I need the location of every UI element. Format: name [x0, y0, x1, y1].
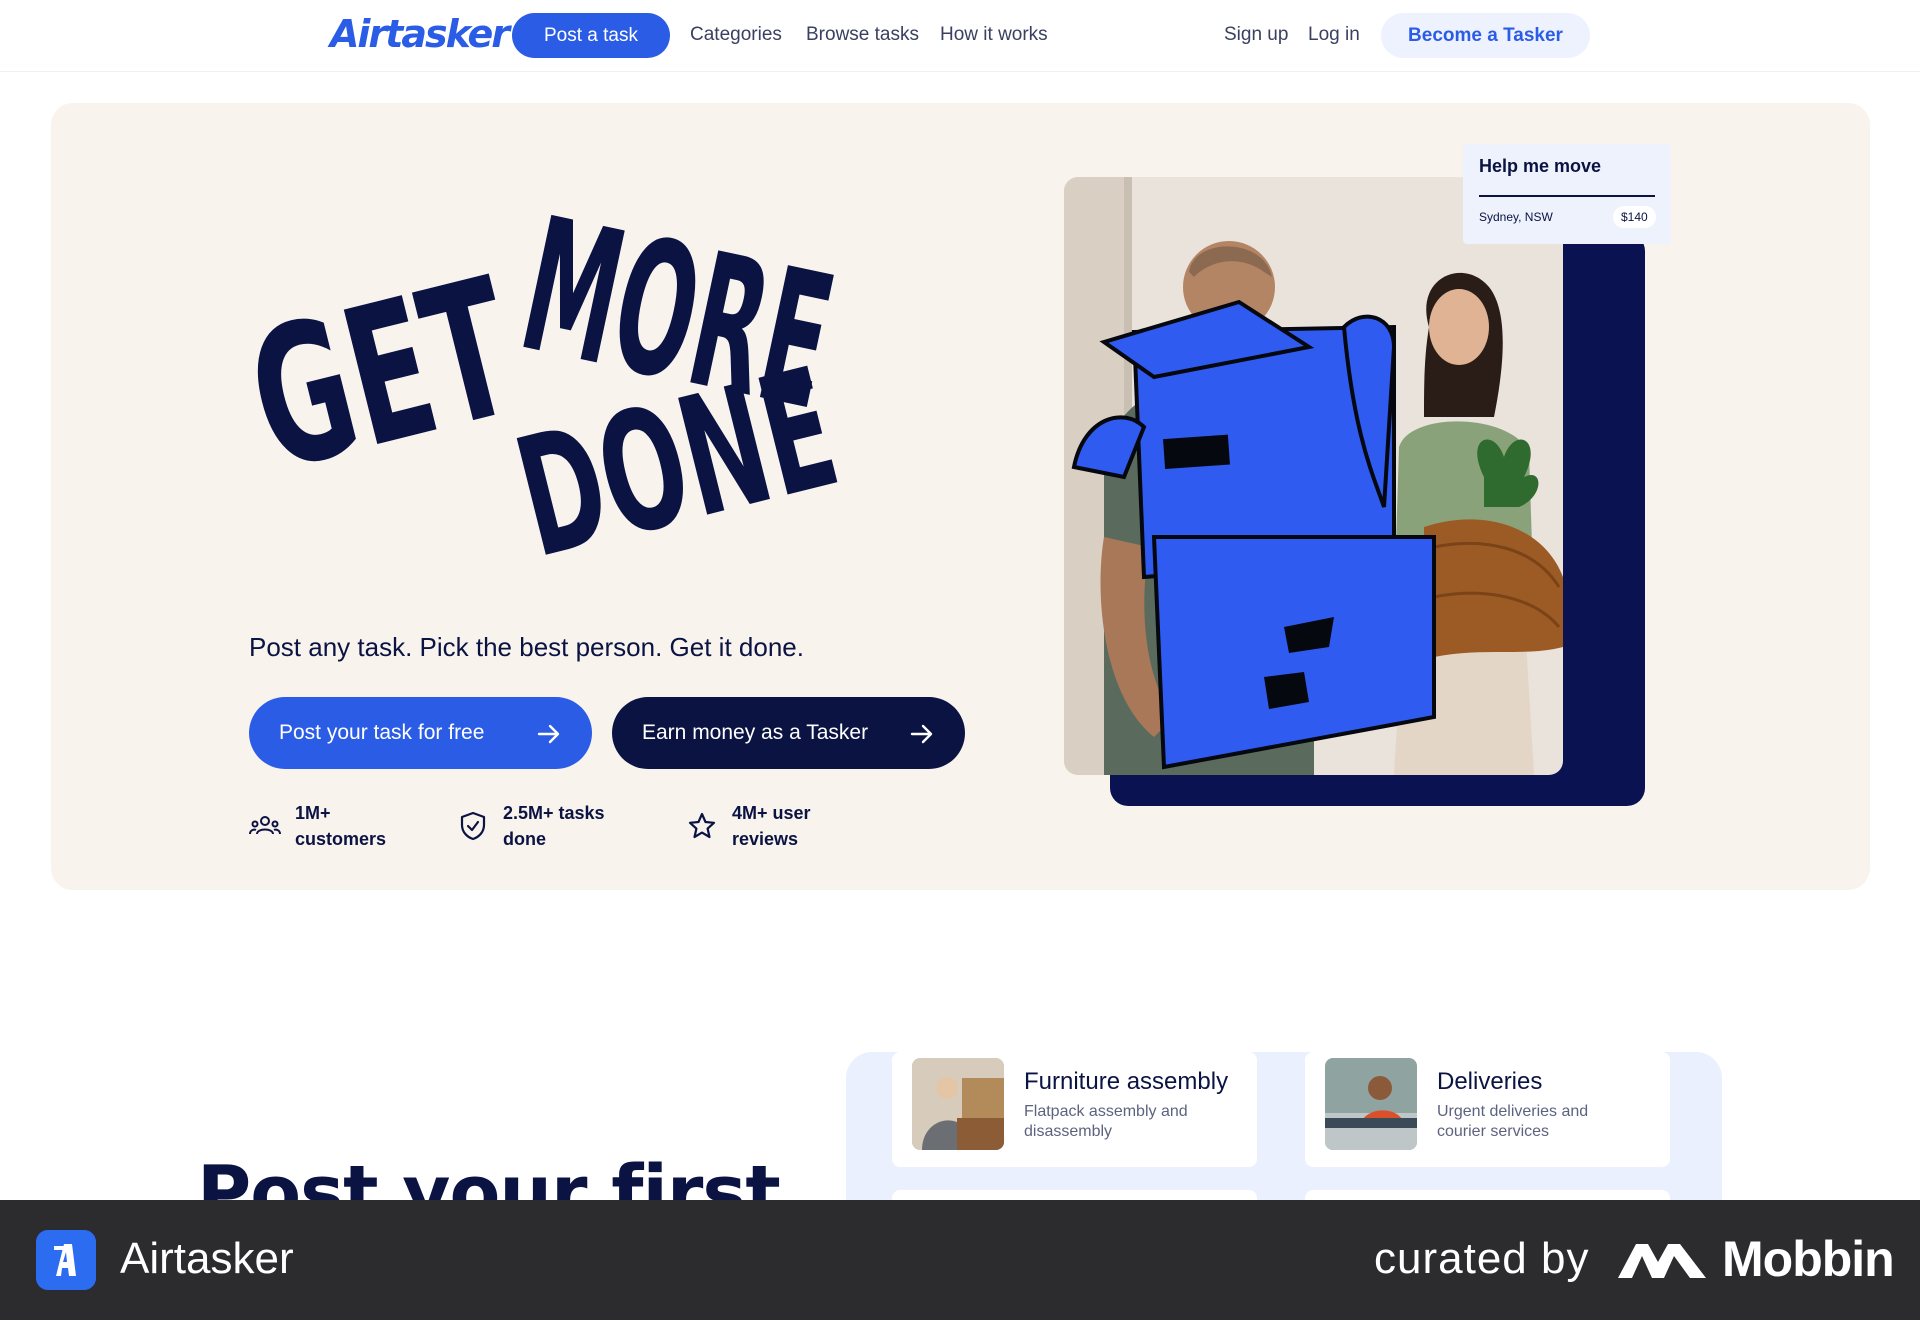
hero-photo [1064, 177, 1563, 775]
post-your-task-button[interactable]: Post your task for free [249, 697, 592, 769]
airtasker-app-icon [36, 1230, 96, 1290]
stat-value: 2.5M+ tasks [503, 803, 605, 823]
hero-subtitle: Post any task. Pick the best person. Get… [249, 632, 804, 662]
category-card-furniture[interactable]: Furniture assembly Flatpack assembly and… [892, 1052, 1257, 1167]
stat-tasks-done: 2.5M+ tasks done [457, 800, 637, 852]
stat-label: customers [295, 829, 387, 849]
page: Airtasker Post a task Categories Browse … [0, 0, 1920, 1320]
headline-word-get: GET [245, 237, 534, 514]
task-card-location: Sydney, NSW [1479, 210, 1553, 224]
shield-check-icon [460, 811, 486, 841]
stat-value: 4M+ user [732, 803, 811, 823]
mobbin-brand-text: Mobbin [1722, 1231, 1895, 1287]
curated-by-text: curated by [1374, 1234, 1590, 1283]
stat-value: 1M+ [295, 803, 331, 823]
task-card-title: Help me move [1479, 156, 1602, 176]
stat-label: reviews [732, 829, 799, 849]
mobbin-footer-bar: Airtasker curated by Mobbin [0, 1200, 1920, 1320]
category-description: Urgent deliveries and courier services [1437, 1103, 1589, 1140]
people-icon [249, 816, 281, 835]
airtasker-logo[interactable]: Airtasker [330, 12, 510, 56]
task-card-price: $140 [1613, 206, 1656, 228]
nav-browse-tasks[interactable]: Browse tasks [806, 24, 919, 46]
become-a-tasker-button[interactable]: Become a Tasker [1381, 13, 1590, 58]
log-in-link[interactable]: Log in [1308, 24, 1360, 46]
furniture-assembly-thumbnail [912, 1058, 1004, 1150]
post-a-task-button[interactable]: Post a task [512, 13, 670, 58]
stat-customers: 1M+ customers [249, 800, 409, 852]
stat-customers-text: 1M+ customers [295, 800, 386, 852]
task-card-divider [1479, 195, 1655, 197]
category-title: Deliveries [1437, 1068, 1543, 1095]
category-card-deliveries[interactable]: Deliveries Urgent deliveries and courier… [1305, 1052, 1670, 1167]
top-navigation: Airtasker Post a task Categories Browse … [0, 0, 1920, 72]
deliveries-thumbnail [1325, 1058, 1417, 1150]
arrow-right-icon [537, 724, 560, 744]
sign-up-link[interactable]: Sign up [1224, 24, 1288, 46]
stat-reviews: 4M+ user reviews [686, 800, 846, 852]
footer-app-name: Airtasker [120, 1234, 294, 1283]
earn-money-button[interactable]: Earn money as a Tasker [612, 697, 965, 769]
category-description: Flatpack assembly and disassembly [1024, 1103, 1188, 1140]
nav-categories[interactable]: Categories [690, 24, 782, 46]
category-title: Furniture assembly [1024, 1068, 1229, 1095]
hero-headline: GET MORE DONE [245, 178, 854, 575]
earn-money-label: Earn money as a Tasker [642, 721, 869, 744]
stat-label: done [503, 829, 546, 849]
arrow-right-icon [910, 724, 933, 744]
mobbin-logo-icon [1618, 1244, 1706, 1278]
star-icon [688, 812, 716, 839]
stat-tasks-text: 2.5M+ tasks done [503, 800, 605, 852]
stat-reviews-text: 4M+ user reviews [732, 800, 811, 852]
nav-how-it-works[interactable]: How it works [940, 24, 1048, 46]
post-your-task-label: Post your task for free [279, 721, 485, 744]
task-preview-card: Help me move Sydney, NSW $140 [1463, 144, 1671, 244]
